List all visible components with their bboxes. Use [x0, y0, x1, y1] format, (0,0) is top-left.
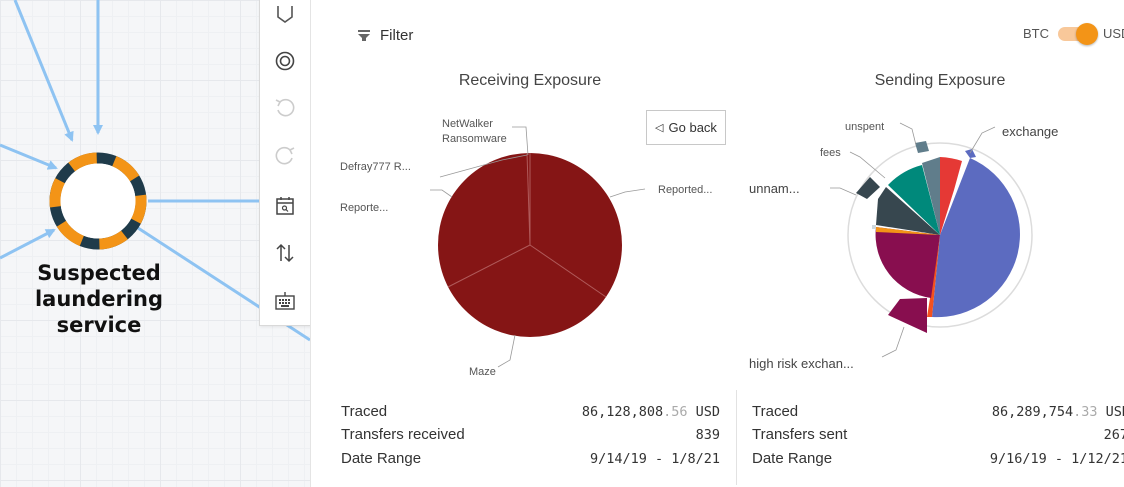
label-netwalker-line2: Ransomware: [442, 133, 507, 145]
slice-high-risk[interactable]: [875, 227, 940, 298]
edge: [0, 143, 58, 170]
date-range-row: Date Range 9/16/19 - 1/12/21: [752, 450, 1124, 472]
edge: [13, 0, 74, 142]
target-icon[interactable]: [273, 49, 297, 73]
node-label-line: Suspected: [37, 261, 161, 285]
traced-main: 86,289,754: [991, 404, 1074, 420]
transfers-row: Transfers sent 267: [752, 426, 1124, 448]
label-defray: Defray777 R...: [340, 161, 411, 173]
sending-exposure-title: Sending Exposure: [874, 72, 1006, 89]
edge: [0, 228, 56, 260]
slice-grey-outer: [915, 141, 929, 153]
traced-value: 86,289,754.33 USD: [992, 404, 1124, 420]
label-high-risk: high risk exchan...: [749, 356, 854, 371]
node-label-line: laundering: [34, 287, 164, 311]
hexagon-icon[interactable]: [273, 4, 297, 28]
sort-arrows-icon[interactable]: [273, 241, 297, 265]
transfers-label: Transfers received: [341, 426, 465, 443]
graph-toolbar: [259, 0, 311, 326]
transfers-value: 839: [695, 427, 720, 443]
currency-toggle-group: BTC USD: [1023, 23, 1124, 45]
leader-line: [609, 188, 646, 198]
filter-label: Filter: [380, 27, 414, 44]
slice-grey-small: [872, 225, 876, 229]
traced-label: Traced: [341, 403, 388, 420]
traced-cents: .33: [1073, 404, 1098, 420]
traced-unit: USD: [1105, 404, 1124, 420]
leader-line: [881, 326, 905, 358]
traced-label: Traced: [752, 403, 799, 420]
leader-line: [830, 187, 857, 196]
transfers-label: Transfers sent: [752, 426, 848, 443]
traced-row: Traced 86,289,754.33 USD: [752, 403, 1124, 425]
label-maze: Maze: [469, 366, 496, 378]
currency-btc-label: BTC: [1023, 25, 1049, 41]
traced-value: 86,128,808.56 USD: [582, 404, 720, 420]
date-range-row: Date Range 9/14/19 - 1/8/21: [341, 450, 720, 472]
toggle-knob: [1076, 23, 1098, 45]
transfers-value: 267: [1103, 427, 1124, 443]
label-unspent: unspent: [845, 121, 884, 133]
label-reporte: Reporte...: [340, 202, 388, 214]
node-label-line: service: [56, 313, 142, 337]
date-range-label: Date Range: [341, 450, 422, 467]
label-fees: fees: [820, 147, 841, 159]
node-label: Suspected laundering service: [14, 260, 184, 338]
calendar-search-icon[interactable]: [273, 194, 297, 218]
date-range-value: 9/16/19 - 1/12/21: [989, 451, 1124, 467]
sending-exposure-chart: exchange unspent fees unnam... high risk…: [749, 121, 1058, 371]
leader-line: [512, 126, 529, 156]
leader-line: [497, 334, 516, 368]
leader-line: [430, 189, 453, 198]
traced-row: Traced 86,128,808.56 USD: [341, 403, 720, 425]
traced-unit: USD: [687, 404, 720, 420]
traced-main: 86,128,808: [581, 404, 664, 420]
receiving-exposure-title: Receiving Exposure: [458, 72, 602, 89]
undo-icon[interactable]: [273, 96, 297, 120]
label-reported: Reported...: [658, 184, 712, 196]
redo-icon[interactable]: [273, 144, 297, 168]
label-netwalker-line1: NetWalker: [442, 118, 493, 130]
leader-line: [899, 122, 917, 146]
filter-button[interactable]: Filter: [357, 27, 413, 44]
transfers-row: Transfers received 839: [341, 426, 720, 448]
traced-cents: .56: [663, 404, 688, 420]
slice-high-risk-outer: [888, 298, 927, 333]
receiving-exposure-chart: NetWalker Ransomware Defray777 R... Repo…: [340, 118, 712, 378]
label-exchange: exchange: [1002, 124, 1058, 139]
currency-usd-label: USD: [1103, 25, 1124, 41]
stats-divider: [736, 390, 737, 485]
slice-slate-outer: [856, 177, 880, 199]
currency-toggle[interactable]: [1056, 23, 1098, 45]
suspected-laundering-node[interactable]: [49, 152, 147, 250]
date-range-value: 9/14/19 - 1/8/21: [589, 451, 720, 467]
keyboard-icon[interactable]: [273, 289, 297, 313]
label-unnamed: unnam...: [749, 181, 800, 196]
date-range-label: Date Range: [752, 450, 833, 467]
filter-icon: [358, 29, 370, 41]
